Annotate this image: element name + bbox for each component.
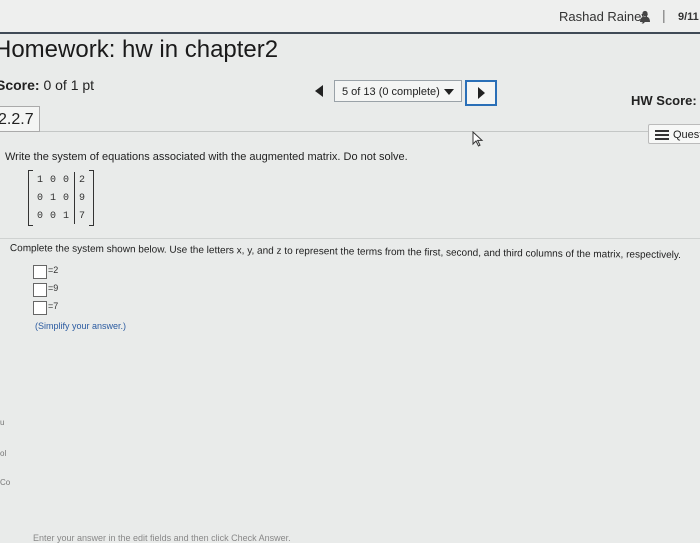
- hw-score: HW Score: (: [631, 93, 700, 108]
- matrix-cell: 1: [36, 175, 43, 186]
- question-header-divider: [40, 131, 700, 132]
- matrix-right-bracket: [89, 170, 94, 226]
- matrix-cell: 2: [78, 175, 85, 186]
- question-instruction: Write the system of equations associated…: [5, 151, 408, 163]
- user-name[interactable]: Rashad Rainey: [559, 9, 648, 24]
- due-date: 9/11: [678, 11, 699, 23]
- score-label: Score:: [0, 77, 40, 93]
- matrix-cell: 7: [78, 211, 85, 222]
- simplify-note: (Simplify your answer.): [35, 321, 127, 331]
- matrix-cell: 1: [62, 211, 69, 222]
- left-edge-mark: Co: [0, 478, 11, 487]
- previous-question-button[interactable]: [307, 81, 331, 101]
- top-bar: Rashad Rainey | 9/11: [0, 0, 700, 34]
- question-position: 5 of 13 (0 complete): [342, 86, 440, 98]
- equation-1-answer-field[interactable]: [33, 265, 47, 279]
- matrix-cell: 1: [49, 193, 56, 204]
- completion-instruction: Complete the system shown below. Use the…: [9, 243, 681, 262]
- matrix-cell: 0: [62, 175, 69, 186]
- mouse-cursor-icon: [472, 131, 484, 147]
- question-help-button[interactable]: Quest: [648, 124, 700, 144]
- hw-score-label: HW Score:: [631, 93, 697, 108]
- matrix-cell: 0: [36, 211, 43, 222]
- equation-2-rhs: =9: [48, 283, 59, 293]
- matrix-cell: 9: [78, 193, 85, 204]
- matrix-left-bracket: [28, 170, 33, 226]
- header-separator: |: [662, 7, 666, 23]
- matrix-cell: 0: [62, 193, 69, 204]
- question-selector[interactable]: 5 of 13 (0 complete): [334, 80, 462, 102]
- matrix-augment-line: [74, 172, 75, 224]
- page-title: Homework: hw in chapter2: [0, 36, 279, 63]
- section-divider: [0, 238, 700, 239]
- equation-2-answer-field[interactable]: [33, 283, 47, 297]
- matrix-cell: 0: [36, 193, 43, 204]
- matrix-cell: 0: [49, 211, 56, 222]
- list-icon: [655, 130, 669, 140]
- next-question-button[interactable]: [465, 80, 497, 106]
- score-row: Score: 0 of 1 pt 5 of 13 (0 complete) HW…: [0, 72, 700, 116]
- triangle-left-icon: [315, 85, 323, 97]
- triangle-right-icon: [478, 87, 485, 99]
- score-value: 0 of 1 pt: [43, 77, 95, 93]
- equation-1-rhs: =2: [48, 265, 59, 275]
- dropdown-caret-icon: [443, 89, 454, 96]
- left-edge-mark: u: [0, 418, 5, 427]
- user-icon: [640, 10, 650, 22]
- footer-instruction: Enter your answer in the edit fields and…: [33, 533, 291, 543]
- augmented-matrix: 1 0 0 2 0 1 0 9 0 0 1 7: [28, 170, 94, 226]
- left-edge-mark: ol: [0, 449, 7, 458]
- matrix-cell: 0: [49, 175, 56, 186]
- score-display: Score: 0 of 1 pt: [0, 77, 94, 93]
- equation-3-rhs: =7: [48, 301, 59, 311]
- equation-3-answer-field[interactable]: [33, 301, 47, 315]
- question-number: 2.2.7: [0, 106, 40, 132]
- question-help-label: Quest: [673, 129, 700, 141]
